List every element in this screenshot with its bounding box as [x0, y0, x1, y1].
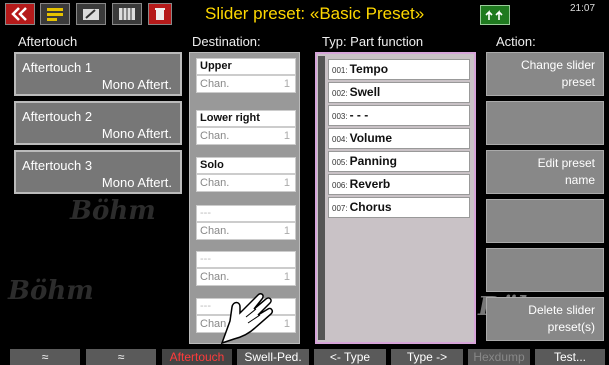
typ-item[interactable]: 006: Reverb [328, 174, 470, 195]
clock: 21:07 [570, 3, 596, 14]
destination-item-2[interactable]: Lower right Chan. 1 [196, 110, 296, 146]
channel-label: Chan. [200, 225, 230, 237]
action-button-empty[interactable] [486, 248, 604, 292]
typ-scrollbar[interactable] [318, 56, 325, 340]
channel-number: 1 [283, 78, 290, 90]
typ-number: 007: [332, 204, 348, 213]
action-button-empty[interactable] [486, 101, 604, 145]
type-next-button[interactable]: Type -> [391, 349, 463, 365]
page-up-button[interactable]: ≈ [10, 349, 80, 365]
pointing-hand-icon [216, 287, 276, 350]
aftertouch-value: Mono Aftert. [101, 175, 172, 190]
boehm-watermark: Böhm [70, 196, 156, 226]
typ-label: Reverb [349, 177, 391, 191]
page-title: Slider preset: «Basic Preset» [205, 4, 425, 23]
typ-item[interactable]: 002: Swell [328, 82, 470, 103]
destination-part: --- [196, 251, 296, 268]
channel-number: 1 [283, 318, 290, 330]
action-line1: Edit preset [537, 156, 595, 170]
destination-channel: Chan. 1 [196, 127, 296, 145]
typ-number: 006: [332, 181, 348, 190]
destination-item-5[interactable]: --- Chan. 1 [196, 251, 296, 287]
header-action: Action: [496, 34, 536, 49]
preset-icon[interactable] [40, 3, 70, 25]
change-slider-preset-button[interactable]: Change slider preset [486, 52, 604, 96]
typ-item[interactable]: 003: - - - [328, 105, 470, 126]
typ-label: Chorus [349, 200, 392, 214]
destination-channel: Chan. 1 [196, 174, 296, 192]
tab-swell-pedal[interactable]: Swell-Ped. [237, 349, 309, 365]
test-button[interactable]: Test... [535, 349, 605, 365]
aftertouch-item-1[interactable]: Aftertouch 1 Mono Aftert. [14, 52, 182, 96]
page-down-button[interactable]: ≈ [86, 349, 156, 365]
destination-part: --- [196, 205, 296, 222]
typ-number: 002: [332, 89, 348, 98]
typ-item[interactable]: 001: Tempo [328, 59, 470, 80]
aftertouch-name: Aftertouch 3 [22, 158, 93, 173]
destination-item-4[interactable]: --- Chan. 1 [196, 205, 296, 241]
channel-label: Chan. [200, 177, 230, 189]
channel-label: Chan. [200, 78, 230, 90]
channel-label: Chan. [200, 130, 230, 142]
typ-item[interactable]: 004: Volume [328, 128, 470, 149]
aftertouch-item-3[interactable]: Aftertouch 3 Mono Aftert. [14, 150, 182, 194]
typ-item[interactable]: 005: Panning [328, 151, 470, 172]
typ-number: 005: [332, 158, 348, 167]
typ-number: 004: [332, 135, 348, 144]
destination-item-3[interactable]: Solo Chan. 1 [196, 157, 296, 193]
destination-channel: Chan. 1 [196, 268, 296, 286]
aftertouch-value: Mono Aftert. [101, 77, 172, 92]
destination-channel: Chan. 1 [196, 75, 296, 93]
header-aftertouch: Aftertouch [18, 34, 78, 49]
action-line2: name [564, 173, 595, 187]
action-line2: preset [561, 75, 595, 89]
trash-icon[interactable] [148, 3, 172, 25]
header-destination: Destination: [192, 34, 261, 49]
typ-label: Swell [349, 85, 381, 99]
edit-preset-name-button[interactable]: Edit preset name [486, 150, 604, 194]
edit-icon[interactable] [76, 3, 106, 25]
typ-label: - - - [349, 108, 369, 122]
header-typ: Typ: Part function [322, 34, 424, 49]
typ-number: 001: [332, 66, 348, 75]
back-double-chevron-icon[interactable] [5, 3, 35, 25]
destination-part: Solo [196, 157, 296, 174]
boehm-watermark: Böhm [8, 276, 94, 306]
typ-label: Volume [349, 131, 393, 145]
type-prev-button[interactable]: <- Type [314, 349, 386, 365]
hexdump-button[interactable]: Hexdump [468, 349, 530, 365]
destination-item-1[interactable]: Upper Chan. 1 [196, 58, 296, 94]
up-arrows-icon[interactable] [480, 5, 510, 25]
destination-part: Lower right [196, 110, 296, 127]
destination-channel: Chan. 1 [196, 222, 296, 240]
aftertouch-name: Aftertouch 2 [22, 109, 93, 124]
action-line1: Change slider [520, 58, 595, 72]
typ-item[interactable]: 007: Chorus [328, 197, 470, 218]
typ-number: 003: [332, 112, 348, 121]
action-button-empty[interactable] [486, 199, 604, 243]
typ-label: Tempo [349, 62, 389, 76]
tab-aftertouch[interactable]: Aftertouch [162, 349, 232, 365]
aftertouch-value: Mono Aftert. [101, 126, 172, 141]
delete-slider-preset-button[interactable]: Delete slider preset(s) [486, 297, 604, 341]
action-line2: preset(s) [547, 320, 595, 334]
channel-number: 1 [283, 225, 290, 237]
channel-number: 1 [283, 130, 290, 142]
typ-label: Panning [349, 154, 397, 168]
channel-label: Chan. [200, 271, 230, 283]
aftertouch-item-2[interactable]: Aftertouch 2 Mono Aftert. [14, 101, 182, 145]
destination-part: Upper [196, 58, 296, 75]
channel-number: 1 [283, 271, 290, 283]
channel-number: 1 [283, 177, 290, 189]
action-line1: Delete slider [528, 303, 595, 317]
register-icon[interactable] [112, 3, 142, 25]
aftertouch-name: Aftertouch 1 [22, 60, 93, 75]
